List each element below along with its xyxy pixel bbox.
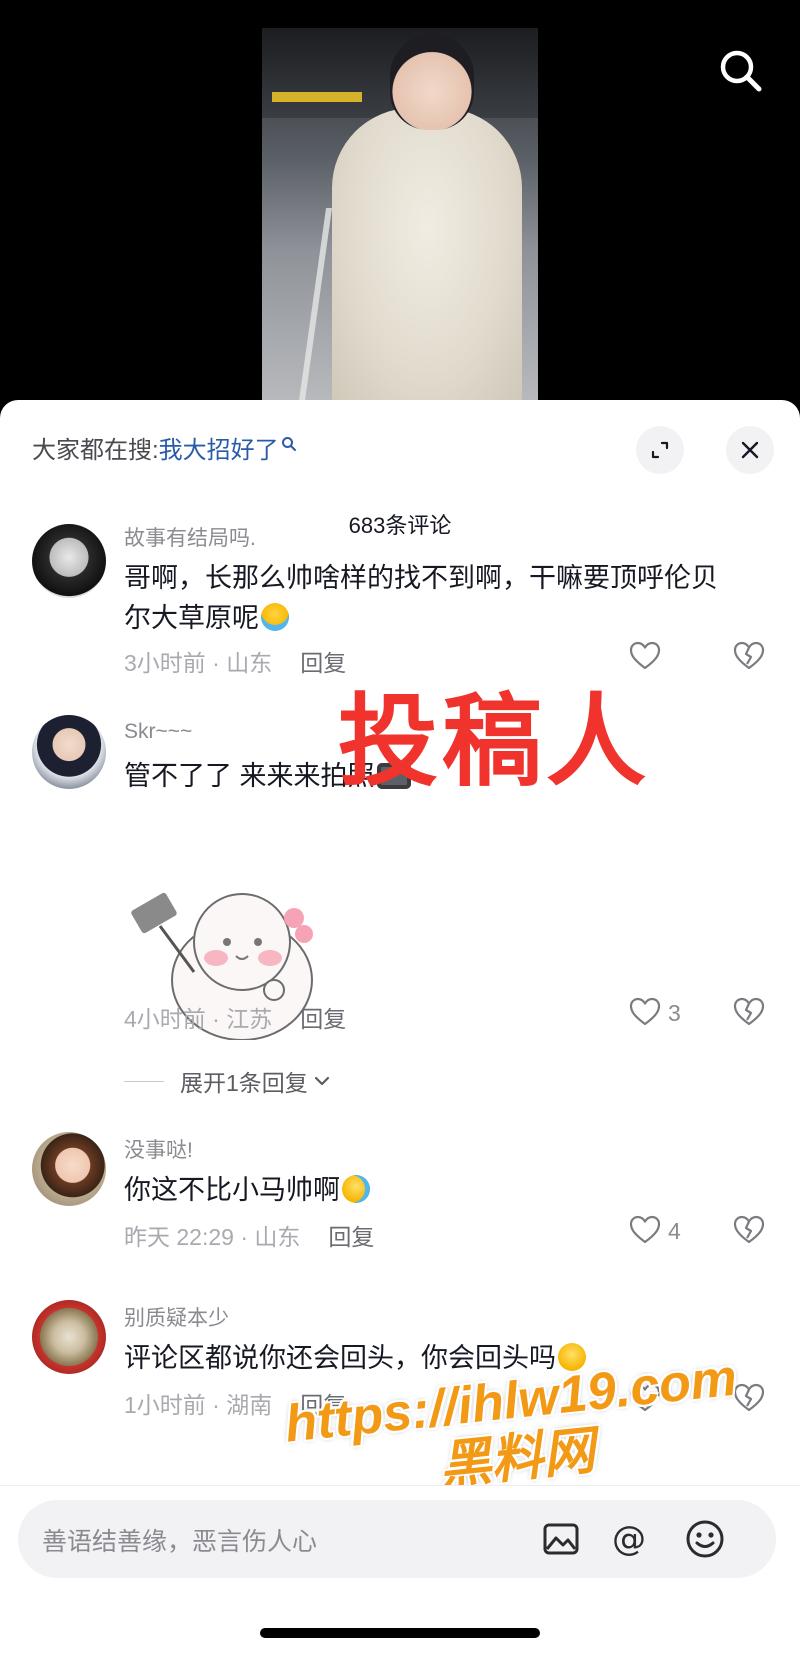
mention-button[interactable]: @	[606, 1516, 652, 1562]
expand-replies-button[interactable]: 展开1条回复	[124, 1064, 332, 1098]
like-button[interactable]: 4	[628, 1214, 681, 1248]
hot-search-prefix: 大家都在搜:	[32, 437, 159, 464]
dislike-button[interactable]	[732, 1214, 766, 1253]
like-count: 4	[668, 1217, 681, 1244]
avatar[interactable]	[32, 1132, 106, 1206]
broken-heart-icon	[733, 1215, 765, 1244]
avatar[interactable]	[32, 1300, 106, 1374]
person-figure	[332, 108, 522, 400]
chevron-down-icon	[314, 1076, 329, 1086]
comment-username[interactable]: 故事有结局吗.	[124, 522, 256, 552]
comment-input[interactable]: 善语结善缘，恶言伤人心 @	[18, 1500, 776, 1578]
comment-text: 你这不比小马帅啊	[124, 1170, 744, 1210]
smiley-icon	[686, 1520, 724, 1558]
dislike-button[interactable]	[732, 996, 766, 1035]
comment-text-content: 哥啊，长那么帅啥样的找不到啊，干嘛要顶呼伦贝尔大草原呢	[124, 563, 718, 633]
reply-button[interactable]: 回复	[300, 1006, 346, 1032]
comment-input-placeholder: 善语结善缘，恶言伤人心	[42, 1528, 318, 1556]
heart-icon	[629, 1215, 661, 1244]
avatar[interactable]	[32, 715, 106, 789]
comment-username[interactable]: 别质疑本少	[124, 1302, 229, 1332]
hot-search-bar[interactable]: 大家都在搜:我大招好了	[32, 430, 297, 465]
comment-input-bar: 善语结善缘，恶言伤人心 @	[0, 1485, 800, 1666]
comment-text-content: 管不了了 来来来拍照	[124, 761, 375, 791]
image-button[interactable]	[538, 1516, 584, 1562]
broken-heart-icon	[733, 641, 765, 670]
parking-sign	[272, 92, 362, 102]
emoji-button[interactable]	[682, 1516, 728, 1562]
search-button[interactable]	[716, 46, 766, 96]
comment-time-location: 3小时前 · 山东	[124, 650, 273, 676]
comment-username[interactable]: Skr~~~	[124, 720, 192, 744]
person-head	[390, 34, 474, 130]
home-indicator	[260, 1628, 540, 1638]
search-icon	[720, 50, 762, 92]
comment-meta: 3小时前 · 山东 回复	[124, 644, 346, 678]
video-frame	[262, 28, 538, 400]
tougao-overlay-text: 投稿人	[338, 686, 650, 798]
search-small-icon	[281, 437, 296, 451]
comment-username[interactable]: 没事哒!	[124, 1134, 193, 1164]
comment-text-content: 你这不比小马帅啊	[124, 1175, 340, 1205]
image-icon	[543, 1523, 579, 1555]
broken-heart-icon	[733, 997, 765, 1026]
comment-count: 683条评论	[348, 513, 452, 538]
hot-search-query[interactable]: 我大招好了	[159, 437, 279, 464]
svg-text:@: @	[612, 1519, 646, 1559]
dislike-button[interactable]	[732, 640, 766, 679]
crying-emoji-icon	[261, 603, 289, 631]
expand-replies-label: 展开1条回复	[180, 1070, 308, 1096]
floor-marking	[297, 208, 333, 400]
comment-meta: 4小时前 · 江苏 回复	[124, 1000, 346, 1034]
at-sign-icon: @	[612, 1519, 646, 1559]
comment-text: 哥啊，长那么帅啥样的找不到啊，干嘛要顶呼伦贝尔大草原呢	[124, 558, 744, 638]
reply-button[interactable]: 回复	[328, 1224, 374, 1250]
heart-icon	[629, 997, 661, 1026]
like-count: 3	[668, 999, 681, 1026]
comment-meta: 昨天 22:29 · 山东 回复	[124, 1218, 374, 1252]
expand-button[interactable]	[636, 426, 684, 474]
laughing-emoji-icon	[342, 1175, 370, 1203]
comment-time-location: 1小时前 · 湖南	[124, 1392, 273, 1418]
close-button[interactable]	[726, 426, 774, 474]
expand-icon	[651, 441, 669, 459]
comment-text-content: 评论区都说你还会回头，你会回头吗	[124, 1343, 556, 1373]
video-player[interactable]	[0, 0, 800, 420]
like-button[interactable]: 3	[628, 996, 681, 1030]
comment-time-location: 4小时前 · 江苏	[124, 1006, 273, 1032]
avatar[interactable]	[32, 524, 106, 598]
close-icon	[741, 441, 759, 459]
comment-time-location: 昨天 22:29 · 山东	[124, 1224, 301, 1250]
divider-line	[124, 1080, 164, 1082]
